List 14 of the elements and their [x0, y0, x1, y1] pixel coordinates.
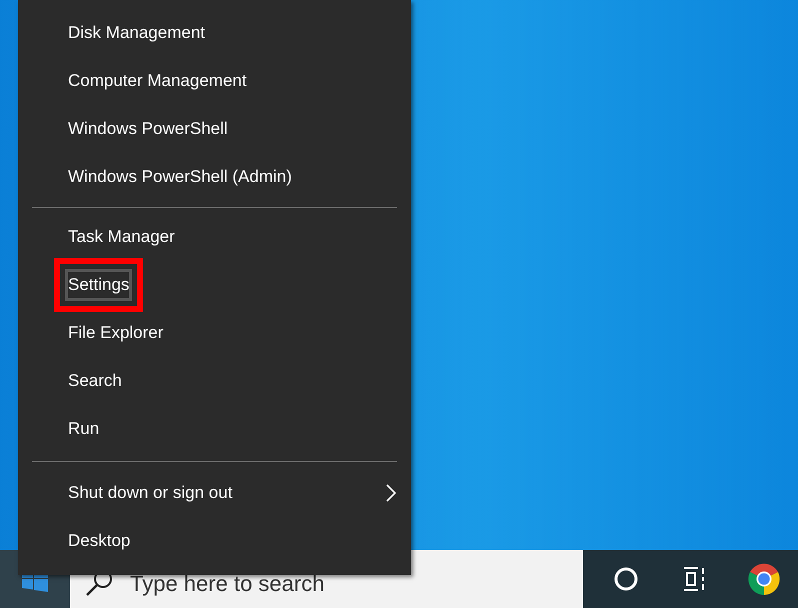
menu-item[interactable]: Shut down or sign out [18, 469, 411, 517]
search-field[interactable]: Type here to search [130, 566, 583, 600]
chevron-right-icon [385, 483, 397, 503]
browser-logo-icon [746, 562, 780, 596]
menu-item[interactable]: Computer Management [18, 57, 411, 105]
menu-item[interactable]: Windows PowerShell [18, 105, 411, 153]
menu-item[interactable]: Search [18, 357, 411, 405]
menu-item[interactable]: Windows PowerShell (Admin) [18, 153, 411, 201]
menu-item[interactable]: Settings [18, 261, 411, 309]
circle-icon [614, 567, 638, 591]
menu-item[interactable]: Disk Management [18, 9, 411, 57]
menu-item[interactable]: Task Manager [18, 213, 411, 261]
menu-item[interactable]: Run [18, 405, 411, 453]
menu-item[interactable]: File Explorer [18, 309, 411, 357]
